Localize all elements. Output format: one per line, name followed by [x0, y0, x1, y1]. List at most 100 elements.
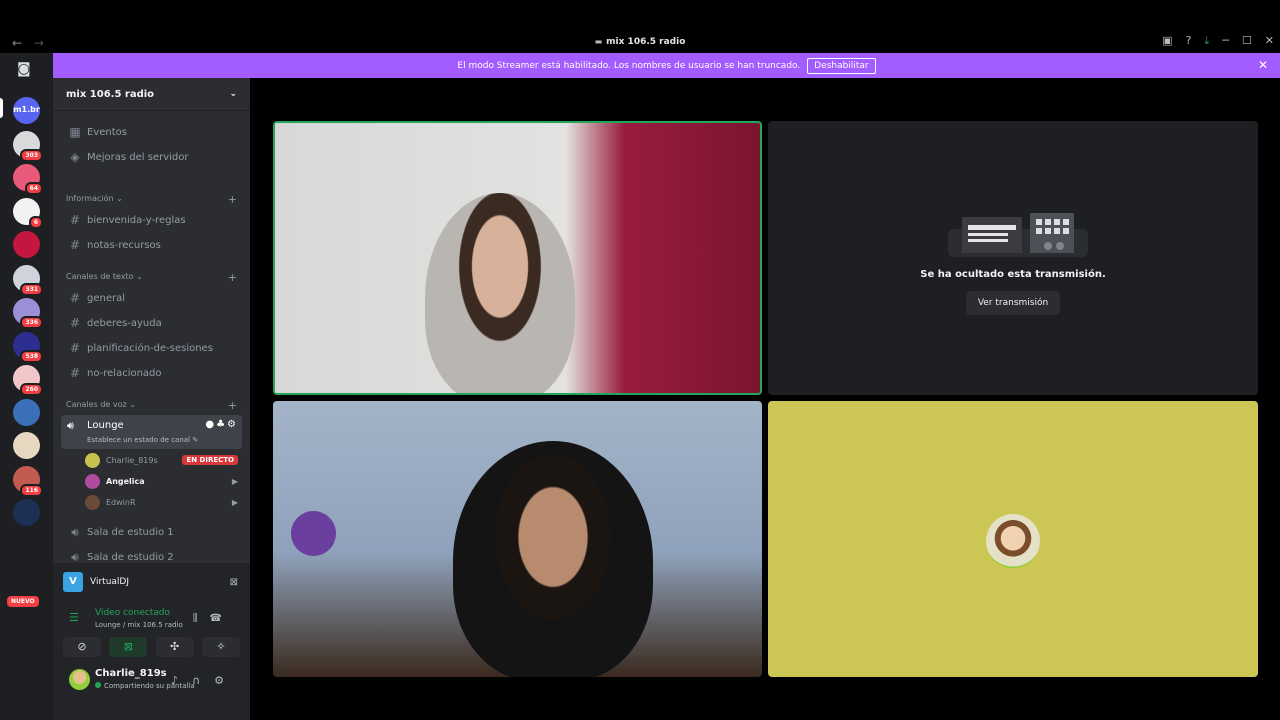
virtualdj-icon: V: [63, 572, 83, 592]
banner-text: El modo Streamer está habilitado. Los no…: [457, 60, 801, 71]
microphone-icon[interactable]: ♪: [171, 674, 192, 687]
add-channel-icon[interactable]: +: [228, 400, 237, 414]
channel-label: notas-recursos: [87, 239, 161, 251]
boosts-label: Mejoras del servidor: [87, 151, 189, 163]
video-tile-avatar-only[interactable]: [768, 401, 1258, 677]
server-icon[interactable]: 116: [13, 466, 43, 497]
category-text[interactable]: Canales de texto ⌄ +: [66, 272, 237, 286]
window-controls: ▣ ? ⤓ ─ ☐ ✕: [1162, 34, 1274, 48]
voice-user[interactable]: EdwinR ▶: [85, 492, 238, 512]
invite-icon[interactable]: ♣: [216, 419, 227, 430]
screen-share-button[interactable]: ⊠: [109, 637, 148, 657]
channel-bienvenida[interactable]: # bienvenida-y-reglas: [61, 210, 242, 230]
video-tile-speaking[interactable]: [273, 121, 762, 395]
help-icon[interactable]: ?: [1186, 34, 1192, 48]
add-channel-icon[interactable]: +: [228, 194, 237, 208]
voice-buttons: ⊘ ⊠ ✣ ✧: [63, 637, 240, 657]
noise-suppression-icon[interactable]: ⫼: [193, 613, 210, 624]
discord-logo-icon[interactable]: ◙: [17, 61, 31, 77]
category-voice-label: Canales de voz: [66, 400, 127, 409]
maximize-icon[interactable]: ☐: [1242, 34, 1252, 48]
server-header[interactable]: mix 106.5 radio ⌄: [53, 78, 250, 111]
server-boosts-item[interactable]: ◈ Mejoras del servidor: [61, 147, 242, 167]
voice-user[interactable]: Charlie_819s EN DIRECTO: [85, 450, 238, 470]
server-icon[interactable]: 260: [13, 365, 43, 396]
channel-general[interactable]: # general: [61, 288, 242, 308]
participant-video: [425, 193, 575, 393]
download-icon[interactable]: ⤓: [1204, 34, 1209, 48]
user-panel: V VirtualDJ ⊠ ☰ Video conectado Lounge /…: [53, 563, 250, 720]
activity-row[interactable]: V VirtualDJ ⊠: [63, 571, 238, 593]
streamer-mode-banner: El modo Streamer está habilitado. Los no…: [53, 53, 1280, 78]
hidden-stream-illustration-icon: [948, 213, 1088, 257]
server-name: mix 106.5 radio: [66, 88, 155, 100]
server-icon[interactable]: 6: [13, 198, 43, 229]
activities-button[interactable]: ✣: [155, 637, 194, 657]
channel-sidebar: mix 106.5 radio ⌄ ▦ Eventos ◈ Mejoras del …: [53, 78, 250, 720]
channel-notas[interactable]: # notas-recursos: [61, 235, 242, 255]
mention-badge: 64: [24, 182, 43, 195]
hash-icon: #: [69, 238, 81, 252]
voice-actions: ⫼☎: [193, 613, 234, 624]
headphones-icon[interactable]: ∩: [192, 674, 214, 687]
category-info[interactable]: Información ⌄ +: [66, 194, 237, 208]
disable-button[interactable]: Deshabilitar: [807, 57, 876, 74]
voice-user[interactable]: Angelica ▶: [85, 471, 238, 491]
voice-channel-sala-1[interactable]: 🔊︎ Sala de estudio 1: [61, 522, 242, 542]
chat-icon[interactable]: ●: [205, 419, 216, 430]
voice-status-title[interactable]: Video conectado: [95, 608, 170, 618]
hidden-stream-title: Se ha ocultado esta transmisión.: [920, 269, 1106, 280]
channel-no-relacionado[interactable]: # no-relacionado: [61, 363, 242, 383]
server-icon[interactable]: [13, 399, 40, 426]
minimize-icon[interactable]: ─: [1222, 34, 1229, 48]
activity-name: VirtualDJ: [90, 577, 129, 587]
server-icon[interactable]: 64: [13, 164, 43, 195]
voice-channel-lounge[interactable]: 🔊︎ Lounge Establece un estado de canal ✎…: [61, 415, 242, 449]
video-tile-participant[interactable]: [273, 401, 762, 677]
soundboard-button[interactable]: ✧: [201, 637, 240, 657]
user-name: Charlie_819s: [95, 668, 167, 679]
speaker-icon: 🔊︎: [67, 419, 74, 432]
server-icon[interactable]: 331: [13, 265, 43, 296]
channel-deberes[interactable]: # deberes-ayuda: [61, 313, 242, 333]
server-icon[interactable]: m1.br: [13, 97, 40, 124]
channel-label: deberes-ayuda: [87, 317, 162, 329]
add-channel-icon[interactable]: +: [228, 272, 237, 286]
screen-icon[interactable]: ⊠: [230, 577, 238, 588]
video-tile-hidden-stream[interactable]: Se ha ocultado esta transmisión. Ver tra…: [768, 121, 1258, 395]
camera-off-button[interactable]: ⊘: [63, 637, 101, 657]
hash-icon: #: [69, 366, 81, 380]
mention-badge: 116: [20, 484, 43, 497]
server-icon[interactable]: [13, 499, 40, 526]
channel-label: no-relacionado: [87, 367, 162, 379]
server-icon[interactable]: [13, 432, 40, 459]
plush-toy-image: [291, 511, 336, 556]
avatar: [85, 452, 100, 468]
mention-badge: 6: [28, 216, 43, 229]
disconnect-icon[interactable]: ☎: [210, 613, 234, 624]
events-item[interactable]: ▦ Eventos: [61, 122, 242, 142]
channel-label: general: [87, 292, 126, 304]
settings-gear-icon[interactable]: ⚙: [227, 419, 238, 430]
server-icon[interactable]: 336: [13, 298, 43, 329]
watch-stream-button[interactable]: Ver transmisión: [966, 291, 1060, 315]
speaker-icon: 🔊︎: [71, 524, 79, 539]
server-icon[interactable]: 303: [13, 131, 43, 162]
category-voice[interactable]: Canales de voz ⌄ +: [66, 400, 237, 414]
close-icon[interactable]: ✕: [1258, 58, 1268, 72]
category-text-label: Canales de texto: [66, 272, 134, 281]
user-info[interactable]: Charlie_819s Compartiendo su pantalla ♪∩…: [69, 666, 238, 698]
hash-icon: #: [69, 341, 81, 355]
voice-user-name: Angelica: [106, 476, 145, 486]
inbox-icon[interactable]: ▣: [1162, 34, 1172, 48]
channel-planificacion[interactable]: # planificación-de-sesiones: [61, 338, 242, 358]
avatar: [85, 494, 100, 510]
channel-label: bienvenida-y-reglas: [87, 214, 186, 226]
category-info-label: Información: [66, 194, 114, 203]
server-icon[interactable]: [13, 231, 40, 258]
close-icon[interactable]: ✕: [1265, 34, 1274, 48]
server-icon[interactable]: 538: [13, 332, 43, 363]
voice-status-sub[interactable]: Lounge / mix 106.5 radio: [95, 621, 183, 629]
channel-status[interactable]: Establece un estado de canal ✎: [87, 436, 198, 444]
settings-gear-icon[interactable]: ⚙: [214, 674, 238, 687]
